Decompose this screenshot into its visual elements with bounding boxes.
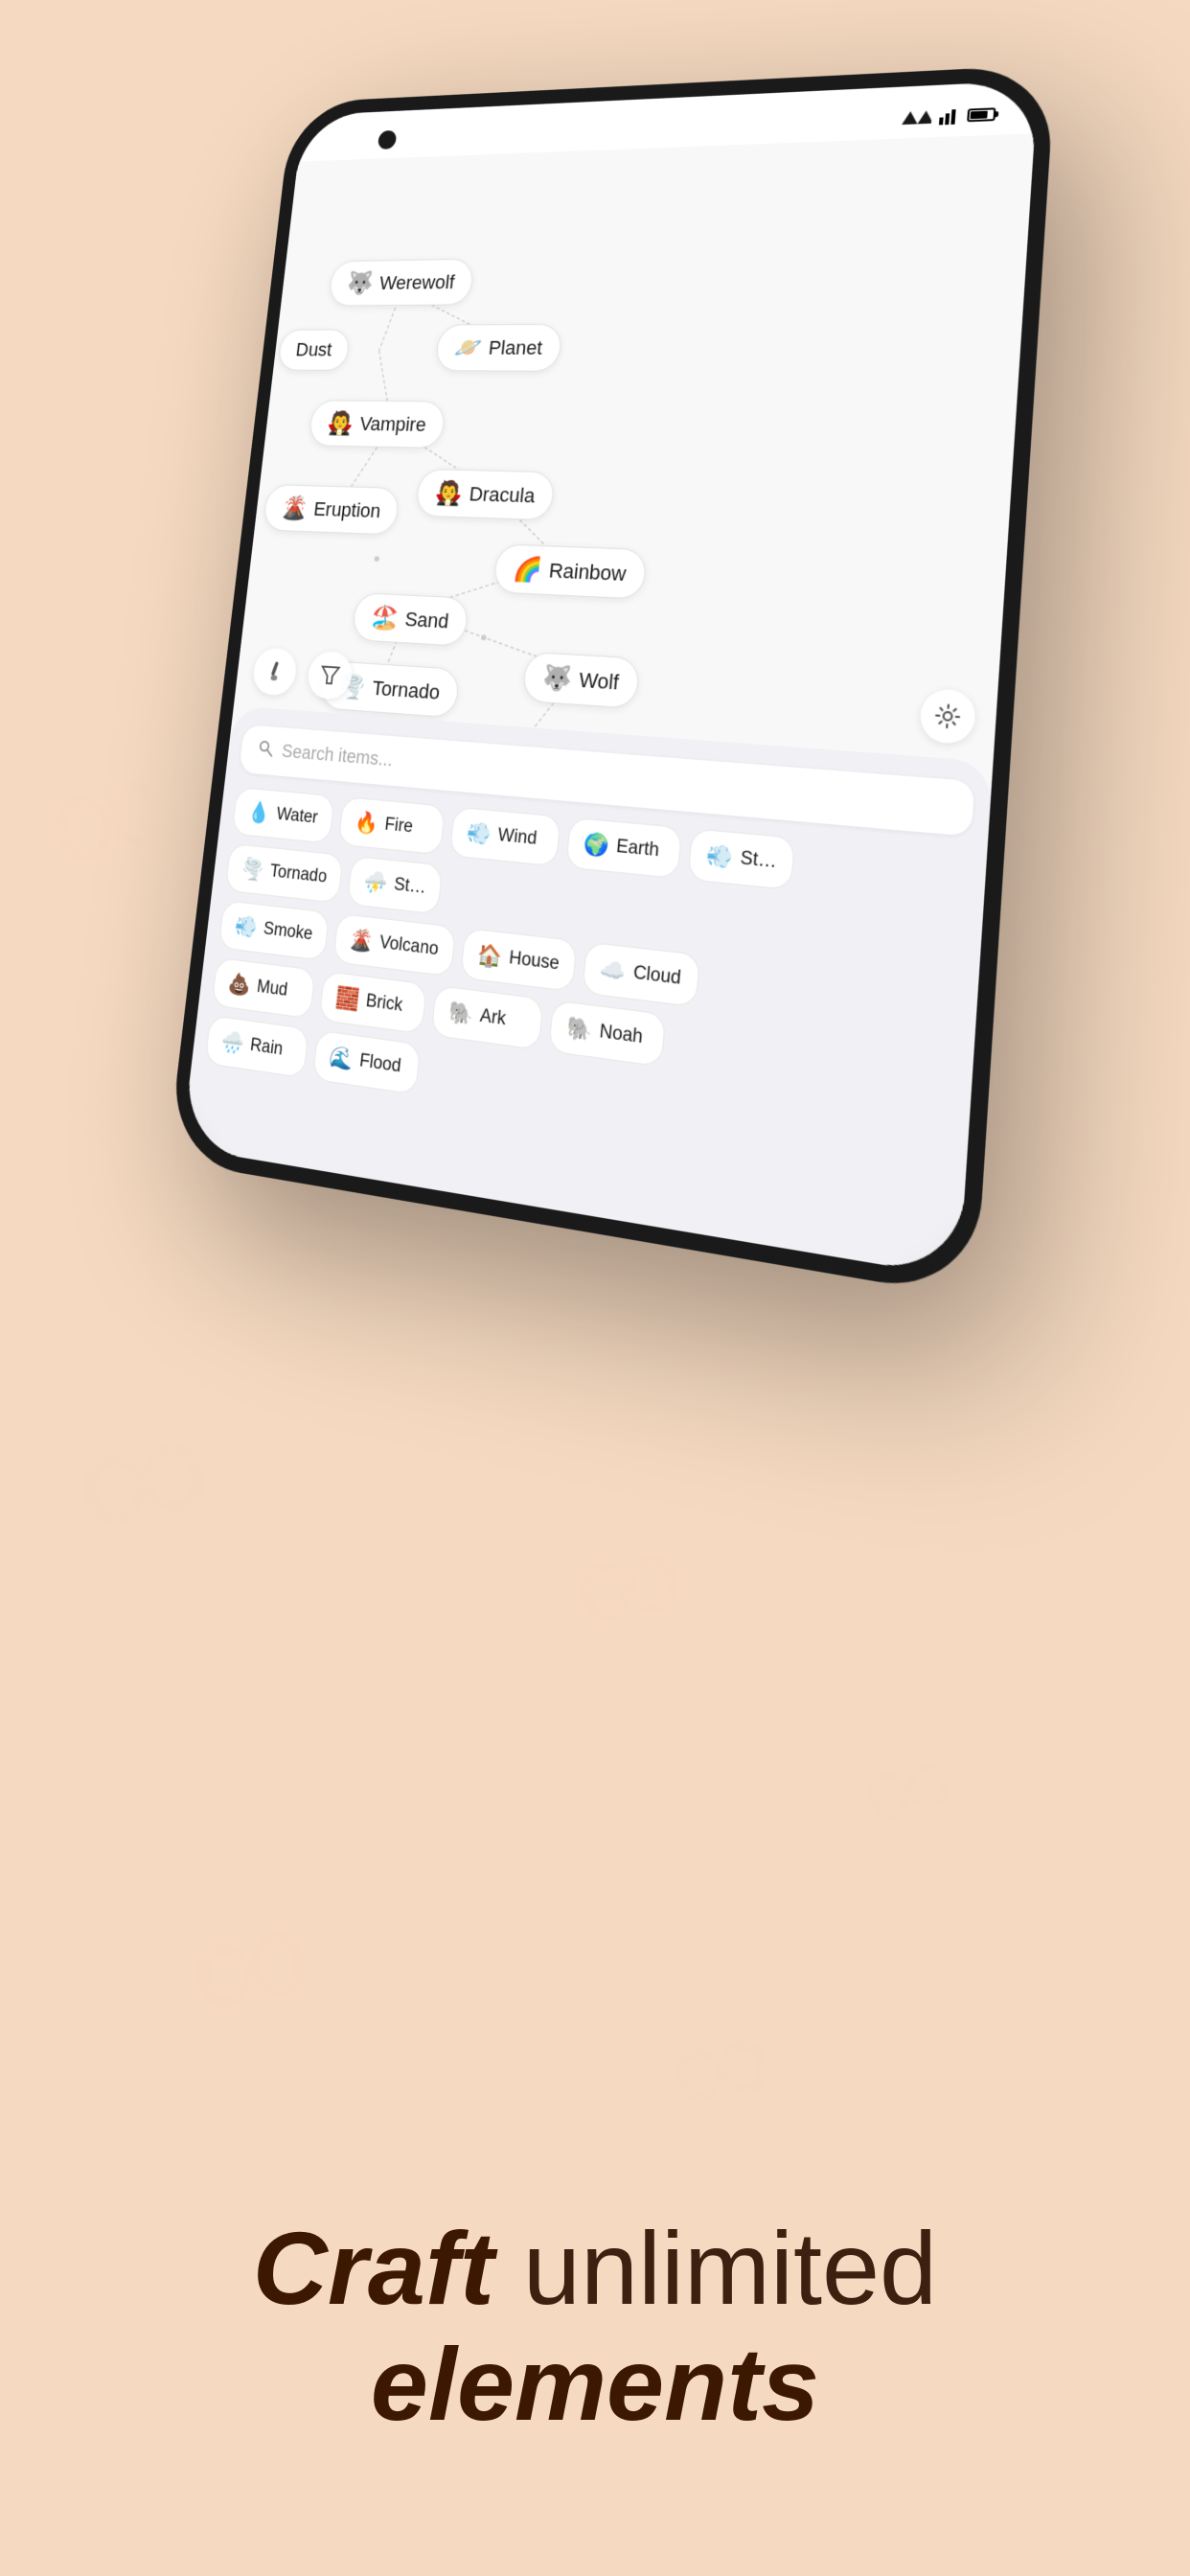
svg-text:∞: ∞: [561, 1486, 694, 1671]
status-icons: [902, 105, 996, 126]
search-placeholder: Search items...: [281, 742, 394, 772]
items-grid: 💧 Water 🔥 Fire 💨 Wind: [205, 787, 971, 1175]
settings-button[interactable]: [919, 688, 976, 745]
search-icon: [256, 739, 275, 763]
item-tornado[interactable]: 🌪️ Tornado: [225, 843, 344, 904]
item-ark[interactable]: 🐘 Ark: [431, 985, 544, 1050]
canvas-area[interactable]: 🐺 Werewolf Dust 🪐 Planet 🧛 Vampire 🧛 Dra: [182, 133, 1035, 1277]
chip-werewolf[interactable]: 🐺 Werewolf: [328, 259, 474, 307]
item-storm-partial[interactable]: ⛈️ St…: [347, 856, 444, 915]
svg-text:∞: ∞: [656, 1975, 785, 2151]
item-fire[interactable]: 🔥 Fire: [338, 796, 446, 855]
chip-wolf[interactable]: 🐺 Wolf: [521, 652, 640, 709]
svg-text:∞: ∞: [170, 1854, 330, 2068]
chip-vampire[interactable]: 🧛 Vampire: [308, 400, 446, 448]
footer-elements: elements: [77, 2328, 1113, 2442]
phone-screen: 🐺 Werewolf Dust 🪐 Planet 🧛 Vampire 🧛 Dra: [182, 80, 1039, 1277]
item-earth[interactable]: 🌍 Earth: [565, 817, 682, 880]
svg-text:∞: ∞: [23, 703, 192, 921]
battery-icon: [967, 107, 995, 122]
item-water[interactable]: 💧 Water: [232, 787, 335, 844]
settings-icon: [933, 702, 962, 731]
item-steam[interactable]: 💨 St…: [687, 828, 795, 890]
item-wind[interactable]: 💨 Wind: [449, 807, 561, 867]
item-flood[interactable]: 🌊 Flood: [312, 1030, 422, 1095]
item-noah[interactable]: 🐘 Noah: [548, 1000, 666, 1067]
phone-device: 🐺 Werewolf Dust 🪐 Planet 🧛 Vampire 🧛 Dra: [167, 64, 1055, 1299]
chip-sand[interactable]: 🏖️ Sand: [352, 592, 469, 647]
item-brick[interactable]: 🧱 Brick: [319, 971, 427, 1034]
tool-buttons: [251, 647, 354, 701]
svg-text:∞: ∞: [845, 1705, 967, 1863]
footer-craft: Craft: [253, 2210, 494, 2326]
item-rain[interactable]: 🌧️ Rain: [205, 1015, 309, 1078]
filter-icon: [318, 663, 342, 688]
item-mud[interactable]: 💩 Mud: [212, 957, 316, 1020]
item-volcano[interactable]: 🌋 Volcano: [332, 913, 456, 978]
chip-dust[interactable]: Dust: [277, 330, 351, 371]
footer-unlimited: unlimited: [494, 2210, 937, 2326]
filter-button[interactable]: [306, 651, 354, 701]
svg-text:∞: ∞: [53, 1355, 231, 1593]
chip-eruption[interactable]: 🌋 Eruption: [263, 484, 400, 535]
brush-icon: [263, 659, 286, 684]
brush-button[interactable]: [251, 647, 298, 697]
front-camera: [378, 130, 398, 150]
chip-dracula[interactable]: 🧛 Dracula: [415, 469, 556, 520]
bottom-panel: Search items... 💧 Water 🔥 Fi: [182, 705, 994, 1277]
item-cloud[interactable]: ☁️ Cloud: [582, 941, 700, 1007]
signal-icon: [902, 108, 932, 126]
chip-rainbow[interactable]: 🌈 Rainbow: [492, 543, 648, 599]
footer-text: Craft unlimited elements: [0, 2209, 1190, 2442]
item-smoke[interactable]: 💨 Smoke: [218, 900, 330, 961]
phone-outer-shell: 🐺 Werewolf Dust 🪐 Planet 🧛 Vampire 🧛 Dra: [167, 64, 1055, 1299]
chip-planet[interactable]: 🪐 Planet: [435, 324, 563, 372]
lte-icon: [939, 107, 960, 125]
item-house[interactable]: 🏠 House: [460, 928, 578, 992]
